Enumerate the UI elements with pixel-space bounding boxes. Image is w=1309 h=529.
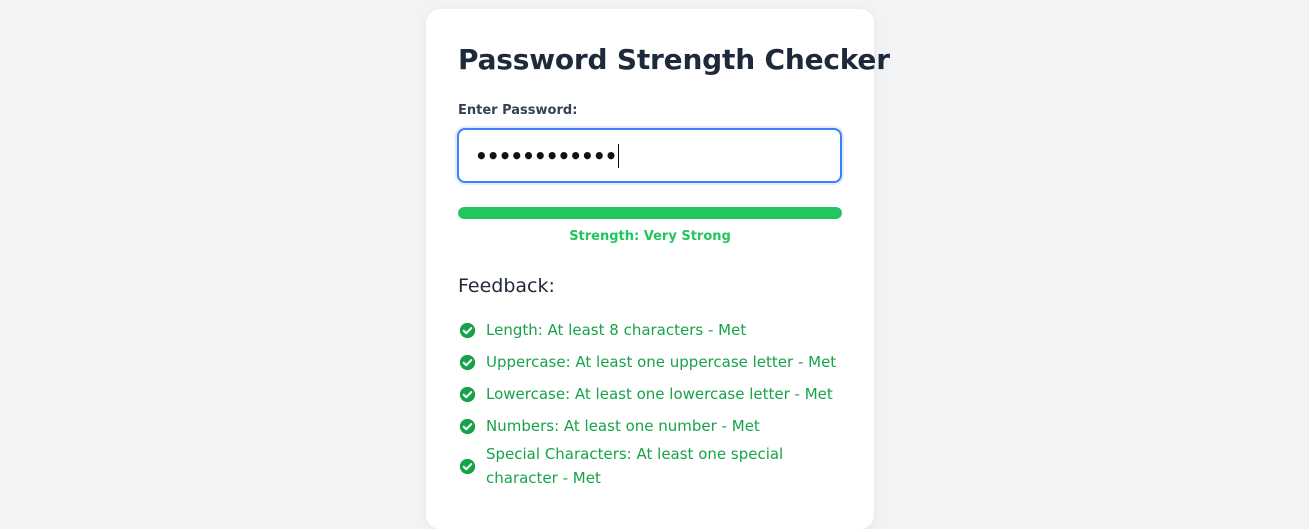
check-circle-icon [459,386,476,402]
check-circle-icon [459,322,476,338]
feedback-item-numbers: Numbers: At least one number - Met [459,410,849,442]
password-masked-value: •••••••••••• [475,143,617,168]
password-input[interactable]: •••••••••••• [457,128,842,183]
check-circle-icon [459,458,476,474]
password-checker-card: Password Strength Checker Enter Password… [426,9,890,529]
text-caret [618,143,620,168]
page-title: Password Strength Checker [458,43,890,76]
strength-meter [458,207,842,219]
feedback-item-special-characters: Special Characters: At least one special… [459,442,849,490]
feedback-item-text: Length: At least 8 characters - Met [486,321,747,339]
feedback-heading: Feedback: [458,275,555,297]
strength-meter-fill [458,207,842,219]
check-circle-icon [459,418,476,434]
check-circle-icon [459,354,476,370]
password-label: Enter Password: [458,103,578,118]
feedback-item-text: Uppercase: At least one uppercase letter… [486,353,837,371]
feedback-item-length: Length: At least 8 characters - Met [459,314,849,346]
feedback-item-text: Numbers: At least one number - Met [486,417,760,435]
feedback-item-text: Special Characters: At least one special… [486,445,784,487]
feedback-list: Length: At least 8 characters - Met Uppe… [459,314,849,490]
strength-label: Strength: Very Strong [569,229,731,244]
feedback-item-lowercase: Lowercase: At least one lowercase letter… [459,378,849,410]
feedback-item-uppercase: Uppercase: At least one uppercase letter… [459,346,849,378]
feedback-item-text: Lowercase: At least one lowercase letter… [486,385,833,403]
